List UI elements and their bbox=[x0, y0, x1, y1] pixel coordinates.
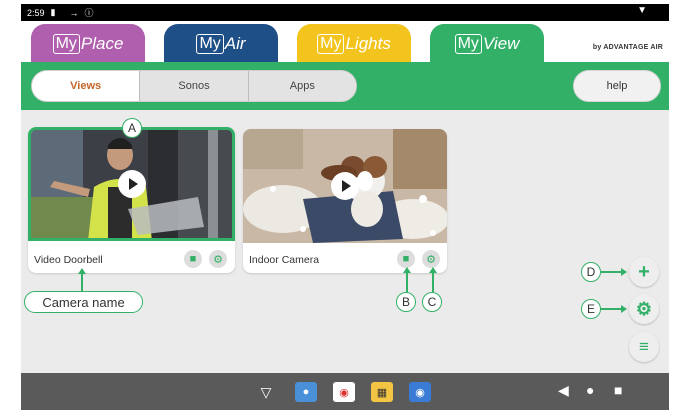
tab-mylights-box: My bbox=[317, 33, 345, 54]
wifi-icon: ▼ bbox=[637, 5, 647, 16]
play-icon[interactable] bbox=[117, 170, 146, 198]
callout-arrow bbox=[621, 268, 627, 276]
signal-icon: → bbox=[69, 7, 79, 18]
tab-myview-box: My bbox=[454, 33, 482, 54]
camera-app-icon[interactable]: ◉ bbox=[409, 382, 431, 402]
callout-a: A bbox=[122, 118, 142, 138]
tablet-screen: 2:59 ▮ → ⓘ ▼ My Place My Air My Lights My Vi… bbox=[0, 0, 688, 416]
tab-myplace-label: Place bbox=[80, 33, 124, 53]
camera-card-indoor-camera[interactable]: Indoor Camera ■ ⚙ bbox=[243, 129, 447, 273]
tab-mylights[interactable]: My Lights bbox=[297, 24, 411, 63]
camera-name: Video Doorbell bbox=[34, 254, 103, 266]
add-camera-button[interactable]: + bbox=[629, 257, 659, 287]
callout-b: B bbox=[396, 292, 416, 312]
callout-c: C bbox=[422, 292, 442, 312]
camera-name: Indoor Camera bbox=[249, 254, 320, 266]
callout-camera-name: Camera name bbox=[24, 291, 143, 313]
calendar-app-icon[interactable]: ▦ bbox=[371, 382, 393, 402]
camera-grid: Video Doorbell ■ ⚙ Indoor Camera ■ ⚙ + ⚙… bbox=[21, 110, 669, 373]
camera-thumbnail[interactable] bbox=[28, 127, 235, 241]
gear-icon[interactable]: ⚙ bbox=[209, 250, 227, 268]
settings-button[interactable]: ⚙ bbox=[629, 294, 659, 324]
callout-e: E bbox=[581, 299, 601, 319]
tab-myview[interactable]: My View bbox=[430, 24, 544, 63]
tab-myplace-box: My bbox=[52, 33, 80, 54]
callout-line bbox=[601, 308, 623, 310]
tab-mylights-label: Lights bbox=[345, 33, 391, 53]
home-icon[interactable]: ● bbox=[586, 382, 594, 398]
info-icon: ⓘ bbox=[84, 8, 94, 18]
tab-sonos[interactable]: Sonos bbox=[140, 71, 249, 101]
sub-nav-bar: Views Sonos Apps help bbox=[21, 62, 669, 110]
callout-line bbox=[601, 271, 623, 273]
help-button[interactable]: help bbox=[573, 70, 661, 102]
callout-arrow bbox=[78, 268, 86, 274]
play-icon[interactable] bbox=[331, 172, 359, 200]
menu-button[interactable]: ≡ bbox=[629, 332, 659, 362]
record-icon[interactable]: ■ bbox=[397, 250, 415, 268]
remote-app-icon[interactable]: ● bbox=[295, 382, 317, 402]
tab-myplace[interactable]: My Place bbox=[31, 24, 145, 63]
app-tab-bar: My Place My Air My Lights My View by ADVANTA… bbox=[21, 21, 669, 63]
tab-myview-label: View bbox=[482, 33, 520, 53]
back-icon[interactable]: ◀ bbox=[558, 382, 569, 399]
tab-apps[interactable]: Apps bbox=[249, 71, 356, 101]
callout-arrow bbox=[403, 267, 411, 273]
android-nav-bar: ▽ ● ◉ ▦ ◉ ◀ ● ■ bbox=[21, 373, 669, 410]
tab-views[interactable]: Views bbox=[32, 71, 141, 101]
callout-arrow bbox=[429, 267, 437, 273]
callout-line bbox=[406, 270, 408, 292]
wifi-icon: ▽ bbox=[260, 383, 272, 400]
chrome-icon[interactable]: ◉ bbox=[333, 382, 355, 402]
callout-line bbox=[81, 271, 83, 291]
status-bar: 2:59 ▮ → ⓘ ▼ bbox=[21, 4, 669, 21]
gear-icon[interactable]: ⚙ bbox=[422, 250, 440, 268]
tab-myair-box: My bbox=[196, 33, 224, 54]
recents-icon[interactable]: ■ bbox=[614, 382, 622, 398]
camera-thumbnail[interactable] bbox=[243, 129, 447, 243]
record-icon[interactable]: ■ bbox=[184, 250, 202, 268]
status-time: 2:59 bbox=[27, 7, 45, 18]
callout-d: D bbox=[581, 262, 601, 282]
tab-myair-label: Air bbox=[224, 33, 246, 53]
view-segmented-control: Views Sonos Apps bbox=[31, 70, 357, 102]
battery-icon: ▮ bbox=[50, 7, 56, 17]
tab-myair[interactable]: My Air bbox=[164, 24, 278, 63]
callout-arrow bbox=[621, 305, 627, 313]
camera-card-video-doorbell[interactable]: Video Doorbell ■ ⚙ bbox=[28, 127, 235, 273]
callout-line bbox=[432, 270, 434, 292]
brand-logo: by ADVANTAGE AIR bbox=[592, 44, 663, 51]
